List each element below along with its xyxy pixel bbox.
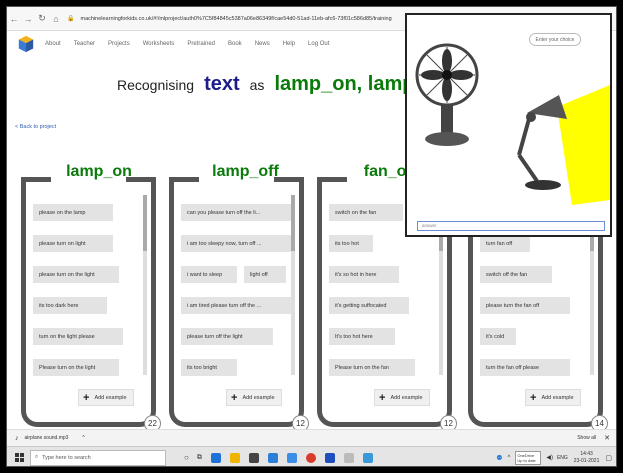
show-all-link[interactable]: Show all: [577, 435, 596, 441]
training-example[interactable]: Please turn on the light: [33, 359, 119, 376]
training-example[interactable]: please turn on the light: [33, 266, 119, 283]
cortana-icon[interactable]: ○: [184, 453, 189, 462]
training-example[interactable]: it's so hot in here: [329, 266, 399, 283]
search-icon: ⌕: [35, 454, 39, 460]
onedrive-tooltip: OneDrive Up to date: [515, 450, 542, 465]
plus-icon: +: [379, 391, 386, 404]
add-example-button[interactable]: + Add example: [226, 389, 282, 406]
fan-sprite-icon: [415, 43, 479, 146]
bucket-lamp-off: can you please turn off the li... i am t…: [169, 177, 309, 432]
people-icon[interactable]: ⚉: [496, 454, 502, 462]
answer-input[interactable]: answer: [417, 221, 605, 231]
training-example[interactable]: can you please turn off the li...: [181, 204, 291, 221]
training-example[interactable]: i am tired please turn off the ...: [181, 297, 291, 314]
app-icon[interactable]: [343, 452, 354, 463]
task-view-icon[interactable]: ⧉: [197, 454, 202, 462]
plus-icon: +: [530, 391, 537, 404]
training-example[interactable]: please on the lamp: [33, 204, 113, 221]
training-example[interactable]: its too dark here: [33, 297, 107, 314]
plus-icon: +: [231, 391, 238, 404]
nav-worksheets[interactable]: Worksheets: [143, 41, 175, 47]
training-example[interactable]: switch off the fan: [480, 266, 552, 283]
bucket-lamp-on: please on the lamp please turn on light …: [21, 177, 161, 432]
training-example[interactable]: it's getting suffocated: [329, 297, 409, 314]
close-icon[interactable]: ✕: [604, 434, 610, 442]
language-indicator[interactable]: ENG: [557, 455, 568, 461]
training-example[interactable]: i want to sleep: [181, 266, 237, 283]
volume-icon[interactable]: ◀): [546, 454, 553, 461]
file-explorer-icon[interactable]: [229, 452, 240, 463]
training-example[interactable]: switch on the fan: [329, 204, 403, 221]
reload-icon[interactable]: ↻: [35, 13, 49, 24]
back-arrow-icon[interactable]: ←: [7, 14, 21, 24]
app-icon[interactable]: [324, 452, 335, 463]
scrollbar-thumb[interactable]: [291, 195, 295, 251]
training-example[interactable]: please turn on light: [33, 235, 113, 252]
add-example-button[interactable]: + Add example: [525, 389, 581, 406]
training-example[interactable]: i am too sleepy now, turn off ...: [181, 235, 291, 252]
bucket-rim: [21, 177, 51, 182]
windows-start-icon[interactable]: [15, 453, 24, 462]
ml4kids-logo-icon[interactable]: [17, 35, 35, 53]
bucket-rim: [169, 177, 199, 182]
address-bar[interactable]: machinelearningforkids.co.uk/#!/mlprojec…: [80, 16, 460, 22]
scratch-stage-popup: Enter your choice answer: [405, 13, 612, 237]
stage-scene: [415, 43, 610, 205]
training-example[interactable]: its too bright: [181, 359, 237, 376]
ask-speech-bubble: Enter your choice: [529, 33, 581, 46]
nav-about[interactable]: About: [45, 41, 61, 47]
light-beam: [557, 85, 610, 205]
home-icon[interactable]: ⌂: [49, 14, 63, 24]
audio-file-icon: ♪: [15, 434, 19, 442]
plus-icon: +: [83, 391, 90, 404]
nav-projects[interactable]: Projects: [108, 41, 130, 47]
bucket-rim: [126, 177, 156, 182]
training-example[interactable]: it's cold: [480, 328, 516, 345]
training-example[interactable]: please turn off the light: [181, 328, 273, 345]
training-example[interactable]: Please turn on the fan: [329, 359, 415, 376]
taskbar-search[interactable]: ⌕ Type here to search: [30, 449, 166, 466]
add-example-button[interactable]: + Add example: [78, 389, 134, 406]
nav-book[interactable]: Book: [228, 41, 242, 47]
edge-icon[interactable]: [210, 452, 221, 463]
screen: ← → ↻ ⌂ 🔒 machinelearningforkids.co.uk/#…: [6, 6, 617, 467]
mail-icon[interactable]: [267, 452, 278, 463]
chevron-up-icon[interactable]: ^: [82, 435, 84, 441]
training-example[interactable]: light off: [244, 266, 286, 283]
nav-help[interactable]: Help: [283, 41, 295, 47]
scrollbar-thumb[interactable]: [143, 195, 147, 251]
download-filename[interactable]: airplane sound.mp3: [25, 435, 69, 441]
nav-pretrained[interactable]: Pretrained: [187, 41, 215, 47]
windows-taskbar: ⌕ Type here to search ○ ⧉ ⚉ ^ OneDrive U…: [7, 446, 616, 466]
lamp-sprite-icon: [517, 95, 567, 190]
training-example[interactable]: turn fan off: [480, 235, 530, 252]
add-example-button[interactable]: + Add example: [374, 389, 430, 406]
training-example[interactable]: turn the fan off please: [480, 359, 570, 376]
nav-news[interactable]: News: [255, 41, 270, 47]
training-example[interactable]: its too hot: [329, 235, 373, 252]
chrome-icon[interactable]: [305, 452, 316, 463]
training-example[interactable]: It's too hot here: [329, 328, 395, 345]
app-icon[interactable]: [362, 452, 373, 463]
clock[interactable]: 14:43 23-01-2021: [574, 451, 600, 465]
nav-logout[interactable]: Log Out: [308, 41, 329, 47]
chevron-up-icon[interactable]: ^: [508, 455, 511, 461]
lock-icon: 🔒: [67, 16, 75, 22]
bucket-rim: [317, 177, 347, 182]
training-example[interactable]: turn on the light please: [33, 328, 123, 345]
back-to-project-link[interactable]: < Back to project: [15, 124, 56, 130]
nav-teacher[interactable]: Teacher: [74, 41, 95, 47]
app-icon[interactable]: [286, 452, 297, 463]
forward-arrow-icon[interactable]: →: [21, 14, 35, 24]
notification-icon[interactable]: ▢: [605, 454, 612, 462]
bucket-rim: [274, 177, 304, 182]
download-bar: ♪ airplane sound.mp3 ^ Show all ✕: [7, 429, 616, 446]
training-example[interactable]: please turn the fan off: [480, 297, 570, 314]
store-icon[interactable]: [248, 452, 259, 463]
